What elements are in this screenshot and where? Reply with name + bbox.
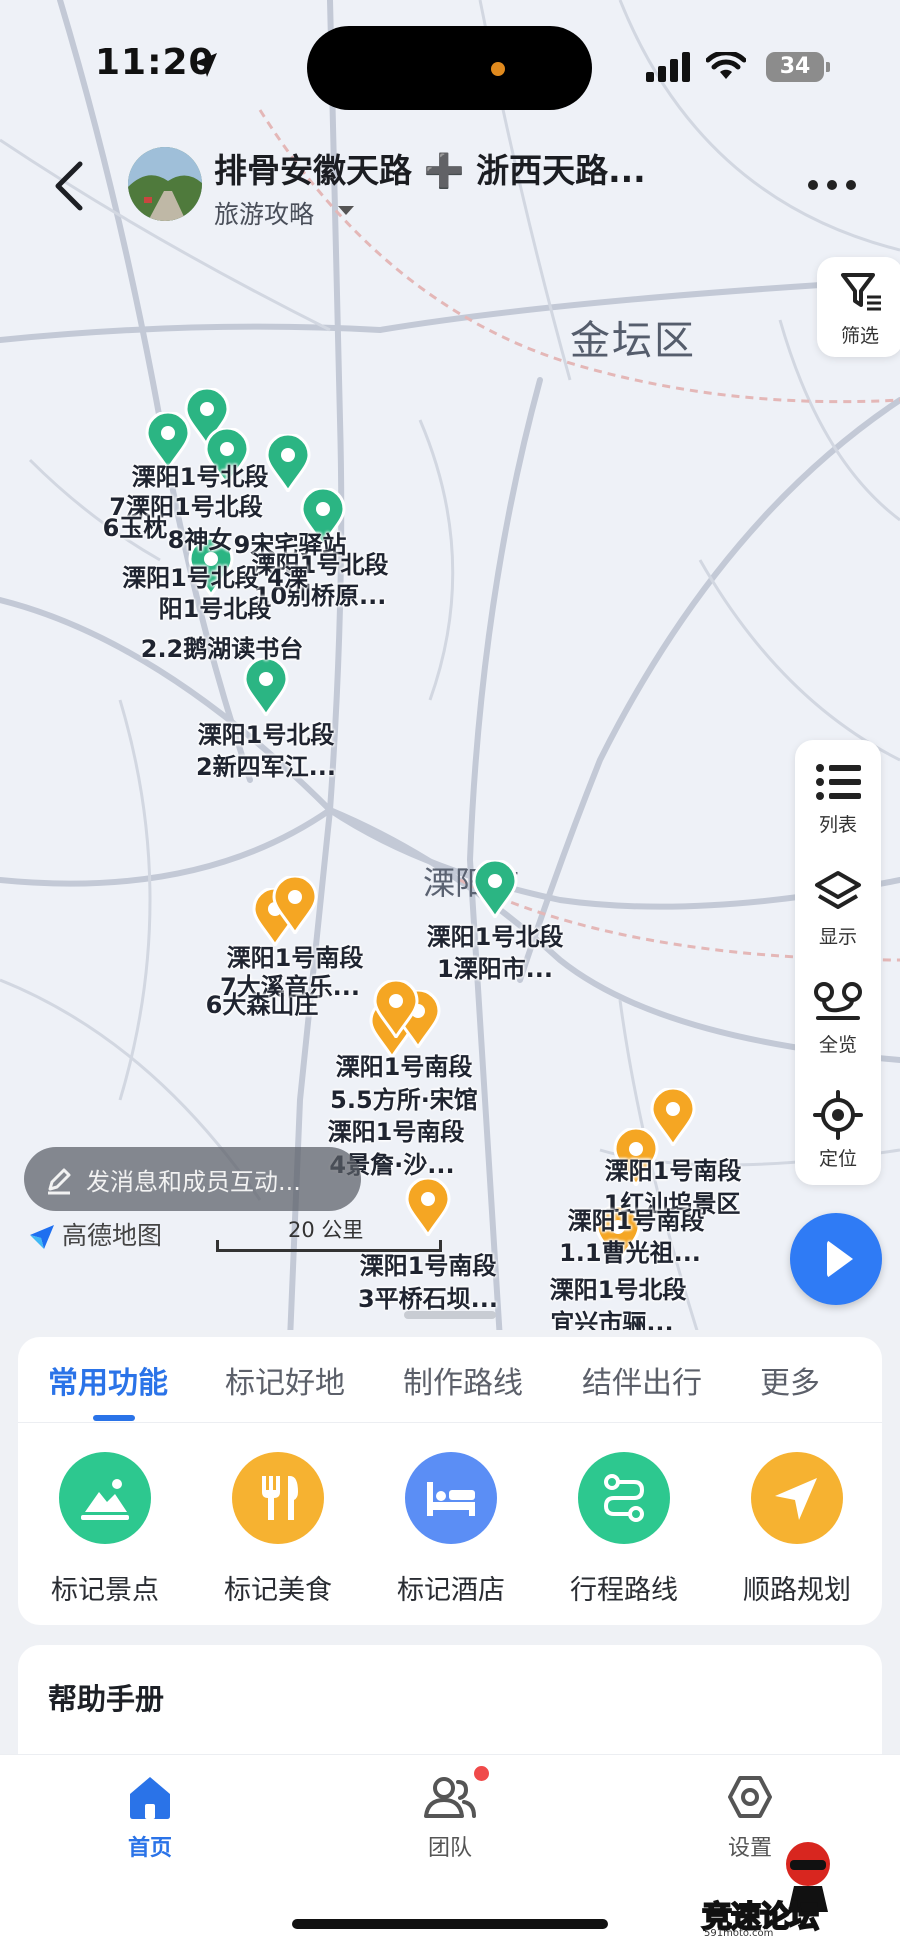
signal-icon [646, 52, 690, 82]
map-marker[interactable] [272, 876, 318, 934]
marker-label: 溧阳1号北段 [549, 1276, 687, 1304]
tab-mark-places[interactable]: 标记好地 [225, 1358, 345, 1402]
mark-scenic-spot-button[interactable]: 标记景点 [25, 1452, 185, 1607]
tab-team[interactable]: 团队 [390, 1774, 510, 1862]
action-label: 行程路线 [570, 1575, 678, 1606]
list-label: 列表 [818, 814, 857, 836]
itinerary-route-button[interactable]: 行程路线 [544, 1452, 704, 1607]
trip-category[interactable]: 旅游攻略 [214, 195, 314, 231]
marker-label: 溧阳1号南段 [226, 944, 364, 972]
message-placeholder: 发消息和成员互动... [86, 1168, 301, 1196]
map-marker[interactable] [265, 434, 311, 492]
forum-watermark: 竞速论坛 591moto.com [700, 1840, 900, 1951]
help-manual-title[interactable]: 帮助手册 [48, 1676, 164, 1718]
marker-label: 溧阳1号南段 [327, 1118, 465, 1146]
home-icon [130, 1777, 170, 1819]
member-message-input[interactable]: 发消息和成员互动... [24, 1147, 361, 1211]
marker-label: 1.1曹光祖... [559, 1239, 701, 1267]
navigate-arrow-icon [751, 1452, 843, 1544]
amap-logo-text: 高德地图 [62, 1221, 163, 1250]
route-overview-icon [814, 982, 862, 1020]
dynamic-island [307, 26, 592, 110]
locate-button[interactable]: 定位 [795, 1090, 881, 1171]
marker-label: 溧阳1号南段 [567, 1207, 705, 1235]
marker-label: 溧阳1号北段 4溧阳1号北段 [122, 564, 308, 623]
marker-label: 6玉枕 [102, 514, 168, 542]
tab-travel-together[interactable]: 结伴出行 [582, 1358, 702, 1402]
marker-label: 溧阳1号南段 [604, 1157, 742, 1185]
more-options-button[interactable] [808, 180, 856, 192]
watermark-url: 591moto.com [704, 1928, 774, 1939]
amap-logo-icon [30, 1225, 54, 1249]
notification-badge [474, 1766, 489, 1781]
settings-icon [728, 1776, 772, 1818]
tab-home-label: 首页 [127, 1836, 172, 1861]
pencil-icon [48, 1168, 71, 1195]
district-label: 金坛区 [570, 318, 696, 364]
tab-home[interactable]: 首页 [90, 1774, 210, 1862]
tab-make-route[interactable]: 制作路线 [403, 1358, 523, 1402]
back-chevron-icon[interactable] [50, 158, 90, 214]
marker-label: 溧阳1号北段 [197, 721, 335, 749]
action-label: 标记景点 [51, 1575, 159, 1606]
trip-title[interactable]: 排骨安徽天路 ➕ 浙西天路... [214, 144, 694, 192]
team-icon [424, 1777, 476, 1818]
marker-label: 溧阳1号南段 [335, 1053, 473, 1081]
action-label: 顺路规划 [743, 1575, 851, 1606]
status-bar: 11:20 34 [0, 0, 900, 130]
amap-logo: 高德地图 [28, 1216, 162, 1252]
marker-label: 6大森山庄 [205, 991, 319, 1019]
overview-label: 全览 [818, 1034, 857, 1056]
along-route-plan-button[interactable]: 顺路规划 [717, 1452, 877, 1607]
layers-label: 显示 [818, 926, 857, 948]
marker-label: 2.2鹅湖读书台 [140, 635, 304, 663]
dropdown-caret-icon[interactable] [338, 206, 354, 215]
tab-team-label: 团队 [427, 1836, 472, 1861]
route-icon [578, 1452, 670, 1544]
marker-label: 溧阳1号南段 [359, 1252, 497, 1280]
action-label: 标记酒店 [397, 1575, 505, 1606]
tab-more[interactable]: 更多 [760, 1358, 820, 1402]
play-route-button[interactable] [790, 1213, 882, 1305]
location-arrow-icon [193, 53, 217, 77]
bed-icon [405, 1452, 497, 1544]
map-marker[interactable] [243, 658, 289, 716]
marker-label: 2新四军江... [195, 753, 337, 781]
map-toolbar: 列表 显示 全览 定位 [795, 740, 881, 1185]
map-marker[interactable] [373, 980, 419, 1038]
active-tab-indicator [93, 1415, 135, 1421]
marker-label: 溧阳1号北段 [131, 463, 269, 491]
filter-label: 筛选 [840, 325, 879, 347]
home-indicator [292, 1919, 608, 1929]
app-screen: { "status_bar": { "time": "11:20", "batt… [0, 0, 900, 1951]
overview-button[interactable]: 全览 [795, 980, 881, 1057]
map-scale: 20 公里 [216, 1214, 442, 1252]
locate-label: 定位 [818, 1148, 857, 1170]
battery-indicator: 34 [766, 52, 830, 82]
trip-avatar[interactable] [128, 147, 202, 221]
marker-label: 8神女 [167, 526, 233, 554]
action-label: 标记美食 [224, 1575, 332, 1606]
list-button[interactable]: 列表 [795, 762, 881, 837]
layers-button[interactable]: 显示 [795, 870, 881, 949]
cutlery-icon [232, 1452, 324, 1544]
marker-label: 1溧阳市... [436, 955, 554, 983]
drawer-handle[interactable] [404, 1311, 496, 1319]
landscape-icon [59, 1452, 151, 1544]
divider [18, 1422, 882, 1423]
tab-common-functions[interactable]: 常用功能 [48, 1358, 168, 1402]
layers-icon [815, 871, 861, 909]
mark-hotel-button[interactable]: 标记酒店 [371, 1452, 531, 1607]
list-icon [816, 764, 861, 800]
wifi-icon [706, 52, 746, 79]
map-marker[interactable] [472, 860, 518, 918]
filter-button[interactable]: 筛选 [817, 257, 900, 357]
marker-label: 5.5方所·宋馆 [330, 1086, 478, 1114]
filter-icon [841, 273, 881, 311]
marker-label: 溧阳1号北段 [426, 923, 564, 951]
locate-crosshair-icon [813, 1090, 863, 1140]
mark-food-button[interactable]: 标记美食 [198, 1452, 358, 1607]
